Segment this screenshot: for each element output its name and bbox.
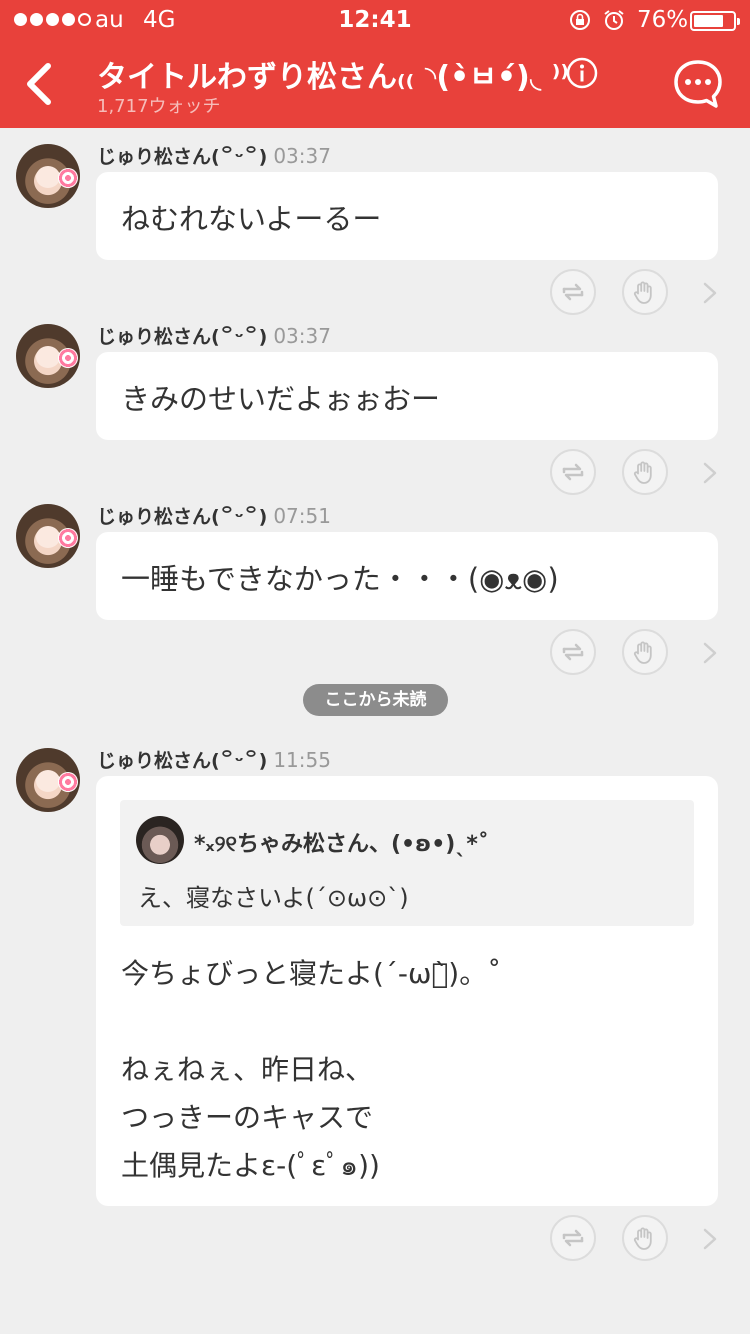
clap-button[interactable] xyxy=(622,1215,668,1261)
clap-hand-icon xyxy=(633,1227,652,1250)
post-time: 11:55 xyxy=(273,748,331,772)
chat-post: じゅり松さん(꒪ᵕ꒪) 03:37 きみのせいだよぉぉおー xyxy=(0,308,750,495)
post-meta: じゅり松さん(꒪ᵕ꒪) 03:37 xyxy=(97,322,331,349)
post-time: 03:37 xyxy=(273,324,331,348)
status-bar: au 4G 12:41 76% xyxy=(0,0,750,40)
info-icon[interactable] xyxy=(566,57,598,89)
quoted-author: *ₓ୨୧ちゃみ松さん、(•ʚ•)ˎ*˚ xyxy=(194,832,489,857)
chat-post: じゅり松さん(꒪ᵕ꒪) 07:51 一睡もできなかった・・・(◉ᴥ◉) xyxy=(0,488,750,675)
message-text: 一睡もできなかった・・・(◉ᴥ◉) xyxy=(121,562,559,596)
chat-post: じゅり松さん(꒪ᵕ꒪) 11:55 *ₓ୨୧ちゃみ松さん、(•ʚ•)ˎ*˚ え、寝… xyxy=(0,732,750,1292)
repost-icon xyxy=(562,643,584,661)
quoted-avatar xyxy=(136,816,184,864)
clap-hand-icon xyxy=(633,281,652,304)
avatar[interactable] xyxy=(16,324,80,388)
post-actions xyxy=(550,629,730,677)
author-name: じゅり松さん(꒪ᵕ꒪) xyxy=(97,326,268,348)
quoted-text: え、寝なさいよ(´⊙ω⊙`) xyxy=(138,884,409,912)
back-chevron-icon[interactable] xyxy=(18,56,62,112)
message-bubble[interactable]: *ₓ୨୧ちゃみ松さん、(•ʚ•)ˎ*˚ え、寝なさいよ(´⊙ω⊙`) 今ちょびっ… xyxy=(96,776,718,1206)
repost-icon xyxy=(562,463,584,481)
repost-icon xyxy=(562,1229,584,1247)
message-bubble[interactable]: きみのせいだよぉぉおー xyxy=(96,352,718,440)
alarm-icon xyxy=(604,10,624,30)
avatar-face xyxy=(36,526,60,548)
chat-post: じゅり松さん(꒪ᵕ꒪) 03:37 ねむれないよーるー xyxy=(0,128,750,315)
lollipop-icon xyxy=(58,348,78,368)
repost-icon xyxy=(562,283,584,301)
post-time: 03:37 xyxy=(273,144,331,168)
message-line: ねぇねぇ、昨日ね、 xyxy=(121,1053,374,1086)
repost-button[interactable] xyxy=(550,1215,596,1261)
chevron-right-icon[interactable] xyxy=(700,640,720,666)
post-actions xyxy=(550,1215,730,1263)
watch-count: 1,717ウォッチ xyxy=(97,96,221,117)
post-meta: じゅり松さん(꒪ᵕ꒪) 11:55 xyxy=(97,746,331,773)
battery-percent: 76% xyxy=(637,7,689,33)
post-time: 07:51 xyxy=(273,504,331,528)
unread-divider: ここから未読 xyxy=(303,684,448,716)
battery-icon xyxy=(690,11,740,31)
rotation-lock-icon xyxy=(570,10,590,30)
clap-hand-icon xyxy=(633,461,652,484)
message-bubble[interactable]: ねむれないよーるー xyxy=(96,172,718,260)
post-meta: じゅり松さん(꒪ᵕ꒪) 03:37 xyxy=(97,142,331,169)
avatar[interactable] xyxy=(16,504,80,568)
repost-button[interactable] xyxy=(550,629,596,675)
author-name: じゅり松さん(꒪ᵕ꒪) xyxy=(97,506,268,528)
post-meta: じゅり松さん(꒪ᵕ꒪) 07:51 xyxy=(97,502,331,529)
avatar[interactable] xyxy=(16,144,80,208)
message-line xyxy=(121,998,501,1046)
message-text: ねむれないよーるー xyxy=(121,202,382,236)
message-text: 今ちょびっと寝たよ(´-ωก̀)。˚ ねぇねぇ、昨日ね、 つっきーのキャスで 土… xyxy=(121,950,501,1190)
message-bubble[interactable]: 一睡もできなかった・・・(◉ᴥ◉) xyxy=(96,532,718,620)
clap-button[interactable] xyxy=(622,629,668,675)
chevron-right-icon[interactable] xyxy=(700,1226,720,1252)
page-title: タイトルわずり松さん₍₍ ◝(•̀ㅂ•́)◟ ⁾⁾ xyxy=(97,60,570,95)
chevron-right-icon[interactable] xyxy=(700,280,720,306)
battery-nub xyxy=(737,18,740,25)
clap-hand-icon xyxy=(633,641,652,664)
app-header: au 4G 12:41 76% タイトルわずり松さん₍₍ ◝(•̀ㅂ•́)◟ ⁾… xyxy=(0,0,750,128)
avatar-face xyxy=(36,166,60,188)
chat-bubble-icon[interactable] xyxy=(672,58,724,110)
avatar[interactable] xyxy=(16,748,80,812)
lollipop-icon xyxy=(58,528,78,548)
chevron-right-icon[interactable] xyxy=(700,460,720,486)
message-line: 今ちょびっと寝たよ(´-ωก̀)。˚ xyxy=(121,957,502,990)
author-name: じゅり松さん(꒪ᵕ꒪) xyxy=(97,750,268,772)
message-text: きみのせいだよぉぉおー xyxy=(121,382,441,416)
lollipop-icon xyxy=(58,772,78,792)
message-line: 土偶見たよε-(ﾟεﾟ๑)) xyxy=(121,1149,380,1182)
quoted-message[interactable]: *ₓ୨୧ちゃみ松さん、(•ʚ•)ˎ*˚ え、寝なさいよ(´⊙ω⊙`) xyxy=(120,800,694,926)
lollipop-icon xyxy=(58,168,78,188)
message-line: つっきーのキャスで xyxy=(121,1101,374,1134)
avatar-face xyxy=(36,346,60,368)
author-name: じゅり松さん(꒪ᵕ꒪) xyxy=(97,146,268,168)
avatar-face xyxy=(36,770,60,792)
battery-fill xyxy=(694,15,723,27)
